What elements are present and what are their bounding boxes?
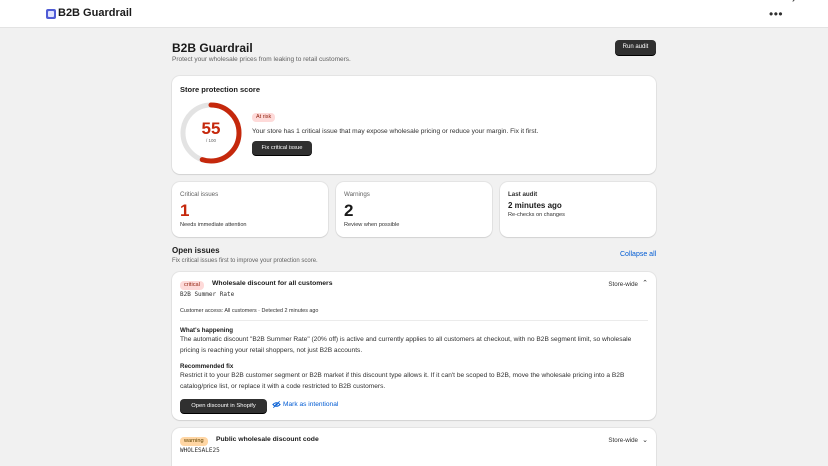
page-title: B2B Guardrail bbox=[172, 41, 253, 55]
score-max: / 100 bbox=[205, 138, 216, 143]
collapse-all-link[interactable]: Collapse all bbox=[620, 251, 656, 258]
issue-code: B2B Summer Rate bbox=[180, 291, 235, 298]
chevron-down-icon[interactable]: ⌄ bbox=[642, 436, 648, 444]
whats-happening-heading: What's happening bbox=[180, 327, 234, 334]
severity-badge: warning bbox=[180, 437, 208, 446]
warnings-card: Warnings 2 Review when possible bbox=[336, 182, 492, 237]
divider bbox=[180, 320, 648, 321]
issue-title[interactable]: Wholesale discount for all customers bbox=[212, 280, 332, 287]
page-subtitle: Protect your wholesale prices from leaki… bbox=[172, 56, 351, 63]
run-audit-button[interactable]: Run audit bbox=[615, 40, 656, 55]
protection-score-card: Store protection score 55 / 100 At risk … bbox=[172, 76, 656, 174]
pin-icon[interactable]: ↗ bbox=[791, 0, 799, 5]
stat-label: Warnings bbox=[344, 191, 370, 198]
issue-title[interactable]: Public wholesale discount code bbox=[216, 436, 319, 443]
open-issues-subtitle: Fix critical issues first to improve you… bbox=[172, 258, 318, 264]
more-horizontal-icon[interactable]: ••• bbox=[769, 8, 783, 20]
issue-code: WHOLESALE25 bbox=[180, 447, 220, 454]
open-issues-heading: Open issues bbox=[172, 246, 220, 255]
critical-issues-card: Critical issues 1 Needs immediate attent… bbox=[172, 182, 328, 237]
app-name: B2B Guardrail bbox=[58, 7, 132, 19]
last-audit-time: 2 minutes ago bbox=[508, 201, 562, 210]
score-value: 55 bbox=[201, 119, 221, 138]
status-badge: At risk bbox=[252, 113, 276, 122]
whats-happening-text: The automatic discount "B2B Summer Rate"… bbox=[180, 336, 632, 354]
chevron-up-icon[interactable]: ⌃ bbox=[642, 279, 648, 287]
last-audit-card: Last audit 2 minutes ago Re-checks on ch… bbox=[500, 182, 656, 237]
top-bar: B2B Guardrail ••• ↗ bbox=[0, 0, 828, 28]
fix-critical-issue-button[interactable]: Fix critical issue bbox=[252, 141, 312, 155]
issue-card: warning Public wholesale discount code W… bbox=[172, 428, 656, 466]
mark-intentional-link[interactable]: Mark as intentional bbox=[283, 401, 338, 408]
eye-off-icon[interactable] bbox=[272, 400, 281, 409]
score-card-title: Store protection score bbox=[180, 85, 261, 94]
stat-note: Review when possible bbox=[344, 222, 400, 228]
open-discount-button[interactable]: Open discount in Shopify bbox=[180, 399, 267, 413]
severity-badge: critical bbox=[180, 281, 204, 290]
recommended-fix-text: Restrict it to your B2B customer segment… bbox=[180, 372, 625, 390]
issue-card: critical Wholesale discount for all cust… bbox=[172, 272, 656, 420]
recommended-fix-heading: Recommended fix bbox=[180, 363, 234, 370]
warnings-count: 2 bbox=[344, 201, 354, 220]
issue-scope: Store-wide bbox=[608, 437, 638, 444]
stat-note: Needs immediate attention bbox=[180, 222, 247, 228]
critical-count: 1 bbox=[180, 201, 190, 220]
stat-note: Re-checks on changes bbox=[508, 212, 565, 218]
stat-label: Last audit bbox=[508, 191, 538, 198]
app-logo-icon bbox=[46, 9, 56, 19]
issue-meta: Customer access: All customers · Detecte… bbox=[180, 308, 319, 314]
issue-scope: Store-wide bbox=[608, 281, 638, 288]
score-message: Your store has 1 critical issue that may… bbox=[252, 128, 539, 135]
stat-label: Critical issues bbox=[180, 191, 219, 198]
